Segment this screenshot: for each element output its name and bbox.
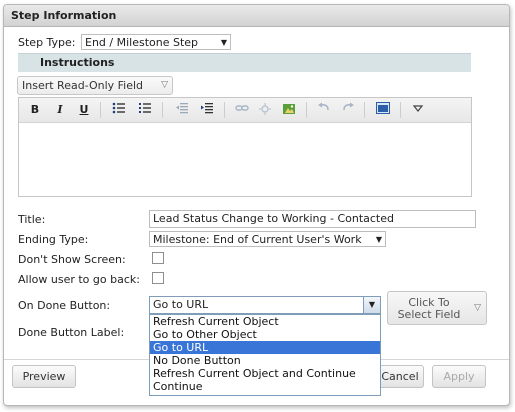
on-done-value: Go to URL: [153, 298, 209, 311]
insert-read-only-field-button[interactable]: Insert Read-Only Field ▽: [17, 76, 173, 95]
step-type-select[interactable]: End / Milestone Step ▼: [81, 34, 231, 50]
panel-title: Step Information: [11, 9, 117, 22]
step-information-panel: Step Information Step Type: End / Milest…: [3, 4, 510, 406]
indent-icon[interactable]: [199, 102, 215, 118]
dropdown-option-selected[interactable]: Go to URL: [150, 341, 380, 354]
undo-icon[interactable]: [316, 102, 332, 118]
ending-type-value: Milestone: End of Current User's Work: [153, 233, 362, 246]
done-button-label-label: Done Button Label:: [18, 326, 125, 339]
panel-header: Step Information: [4, 5, 509, 27]
bold-icon[interactable]: B: [27, 102, 43, 118]
toolbar-divider: [224, 102, 225, 118]
bulleted-list-icon[interactable]: [111, 102, 127, 118]
select-field-line2: Select Field: [397, 308, 461, 321]
allow-go-back-checkbox[interactable]: [152, 272, 164, 284]
redo-icon[interactable]: [340, 102, 356, 118]
apply-button[interactable]: Apply: [432, 365, 486, 388]
title-label: Title:: [18, 213, 46, 226]
dropdown-option[interactable]: Continue: [150, 380, 380, 393]
link-icon[interactable]: [234, 102, 250, 118]
dropdown-option[interactable]: Go to Other Object: [150, 328, 380, 341]
dont-show-screen-label: Don't Show Screen:: [18, 253, 126, 266]
toolbar-divider: [364, 102, 365, 118]
unlink-icon[interactable]: [257, 102, 273, 118]
toolbar-divider: [162, 102, 163, 118]
select-field-button[interactable]: Click To Select Field ▽: [387, 291, 487, 325]
chevron-down-icon[interactable]: ▼: [363, 297, 380, 313]
on-done-button-select[interactable]: Go to URL ▼: [149, 296, 381, 314]
instructions-label: Instructions: [40, 56, 115, 69]
chevron-down-icon: ▽: [161, 80, 168, 90]
allow-go-back-label: Allow user to go back:: [18, 273, 140, 286]
cancel-button[interactable]: Cancel: [376, 365, 424, 388]
chevron-down-icon: ▼: [375, 235, 382, 244]
source-icon[interactable]: [375, 102, 391, 118]
toolbar-divider: [100, 102, 101, 118]
title-value: Lead Status Change to Working - Contacte…: [153, 212, 394, 225]
dropdown-option[interactable]: Refresh Current Object and Continue: [150, 367, 380, 380]
ending-type-label: Ending Type:: [18, 233, 89, 246]
preview-button[interactable]: Preview: [12, 365, 76, 388]
instructions-header: Instructions: [18, 53, 471, 72]
on-done-dropdown-list: Refresh Current Object Go to Other Objec…: [149, 314, 381, 396]
more-icon[interactable]: [410, 102, 426, 118]
dropdown-option[interactable]: No Done Button: [150, 354, 380, 367]
instructions-editor[interactable]: B I U: [18, 97, 472, 197]
toolbar-divider: [306, 102, 307, 118]
toolbar-divider: [400, 102, 401, 118]
on-done-button-label: On Done Button:: [18, 299, 111, 312]
chevron-down-icon: ▽: [474, 303, 481, 313]
chevron-down-icon: ▼: [220, 38, 227, 47]
dont-show-screen-checkbox[interactable]: [152, 252, 164, 264]
italic-icon[interactable]: I: [52, 102, 68, 118]
step-type-label: Step Type:: [18, 36, 76, 49]
image-icon[interactable]: [281, 102, 297, 118]
outdent-icon[interactable]: [174, 102, 190, 118]
step-type-value: End / Milestone Step: [85, 36, 199, 49]
editor-toolbar: B I U: [19, 98, 471, 123]
numbered-list-icon[interactable]: [137, 102, 153, 118]
dropdown-option[interactable]: Refresh Current Object: [150, 315, 380, 328]
insert-field-label: Insert Read-Only Field: [22, 79, 144, 92]
ending-type-select[interactable]: Milestone: End of Current User's Work ▼: [149, 231, 386, 247]
underline-icon[interactable]: U: [76, 102, 92, 118]
title-input[interactable]: Lead Status Change to Working - Contacte…: [149, 210, 476, 228]
